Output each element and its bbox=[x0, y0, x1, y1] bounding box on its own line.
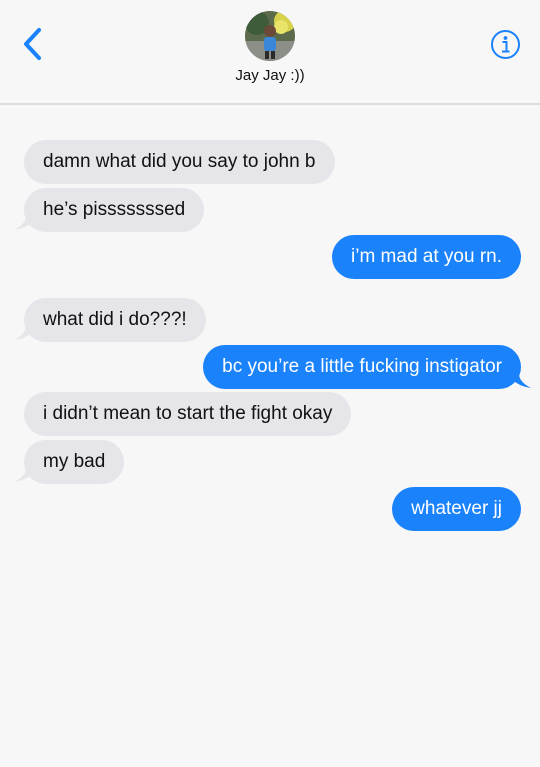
message-bubble-outgoing[interactable]: bc you’re a little fucking instigator bbox=[203, 345, 521, 389]
conversation-header: Jay Jay :)) bbox=[0, 0, 540, 105]
message-thread[interactable]: damn what did you say to john b he’s pis… bbox=[0, 105, 540, 767]
message-bubble-incoming[interactable]: i didn’t mean to start the fight okay bbox=[24, 392, 352, 436]
chevron-left-icon bbox=[24, 28, 41, 60]
message-bubble-incoming[interactable]: damn what did you say to john b bbox=[24, 140, 335, 184]
info-button[interactable] bbox=[490, 29, 521, 60]
contact-name[interactable]: Jay Jay :)) bbox=[0, 67, 540, 84]
info-circle-icon bbox=[491, 30, 520, 59]
message-bubble-outgoing[interactable]: i’m mad at you rn. bbox=[332, 235, 521, 279]
message-bubble-incoming[interactable]: he’s pisssssssed bbox=[24, 188, 205, 232]
avatar[interactable] bbox=[245, 11, 295, 61]
message-bubble-incoming[interactable]: what did i do???! bbox=[24, 298, 206, 342]
avatar-photo bbox=[245, 11, 295, 61]
back-button[interactable] bbox=[18, 26, 48, 62]
message-bubble-incoming[interactable]: my bad bbox=[24, 440, 125, 484]
message-bubble-outgoing[interactable]: whatever jj bbox=[392, 487, 521, 531]
